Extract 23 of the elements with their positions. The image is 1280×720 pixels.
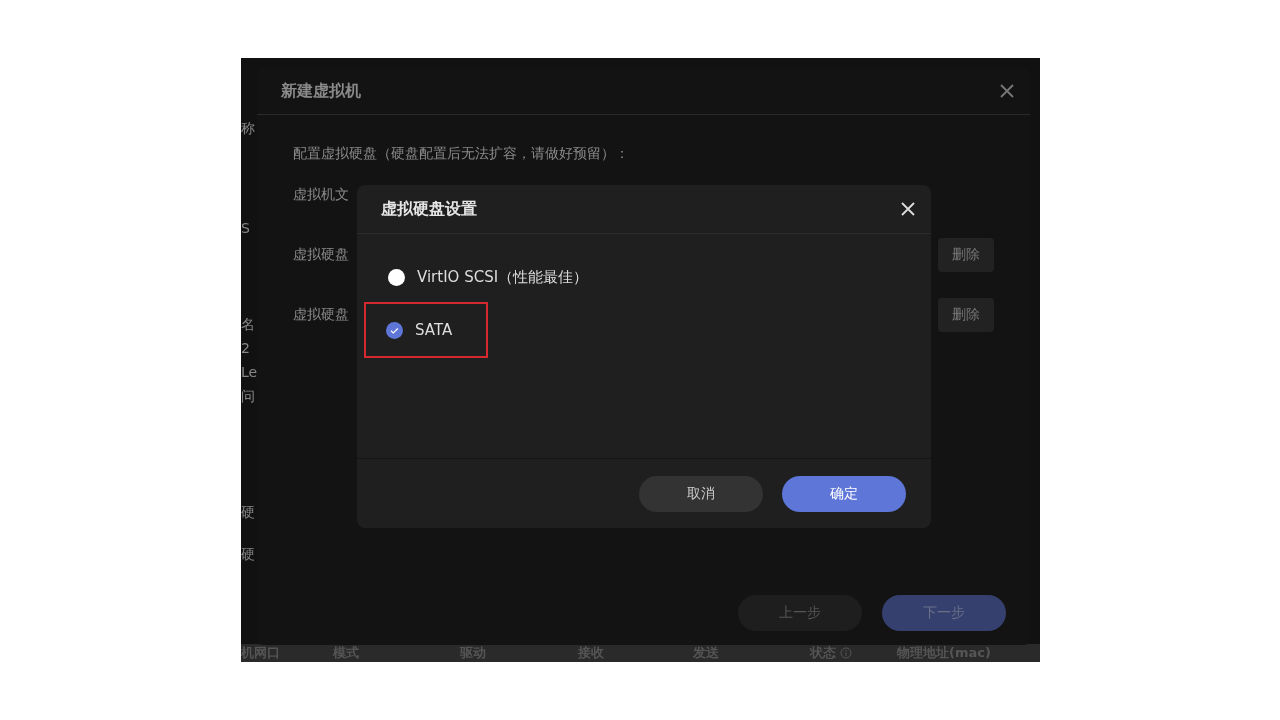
radio-checked-icon — [386, 321, 403, 339]
radio-option[interactable]: VirtIO SCSI（性能最佳） — [364, 252, 931, 302]
side-label: 名 — [241, 315, 256, 334]
highlighted-radio-option[interactable]: SATA — [364, 302, 488, 358]
info-icon — [840, 647, 852, 659]
delete-button[interactable]: 删除 — [938, 298, 994, 332]
section-label: 配置虚拟硬盘（硬盘配置后无法扩容，请做好预留）： — [293, 145, 630, 163]
side-label: 2 — [241, 339, 251, 358]
side-label: 硬 — [241, 545, 256, 564]
confirm-button[interactable]: 确定 — [782, 476, 906, 512]
field-label: 虚拟机文 — [293, 186, 349, 204]
cancel-button[interactable]: 取消 — [639, 476, 763, 512]
delete-button[interactable]: 删除 — [938, 238, 994, 272]
dialog-title: 新建虚拟机 — [281, 80, 361, 102]
radio-icon — [388, 268, 405, 286]
dialog-title: 虚拟硬盘设置 — [381, 198, 477, 220]
side-label: 称 — [241, 119, 256, 138]
field-label: 虚拟硬盘 — [293, 246, 349, 264]
field-label: 虚拟硬盘 — [293, 306, 349, 324]
side-label: Le — [241, 363, 257, 382]
side-label: S — [241, 219, 251, 238]
side-label: 硬 — [241, 503, 256, 522]
side-label: 问 — [241, 387, 256, 406]
